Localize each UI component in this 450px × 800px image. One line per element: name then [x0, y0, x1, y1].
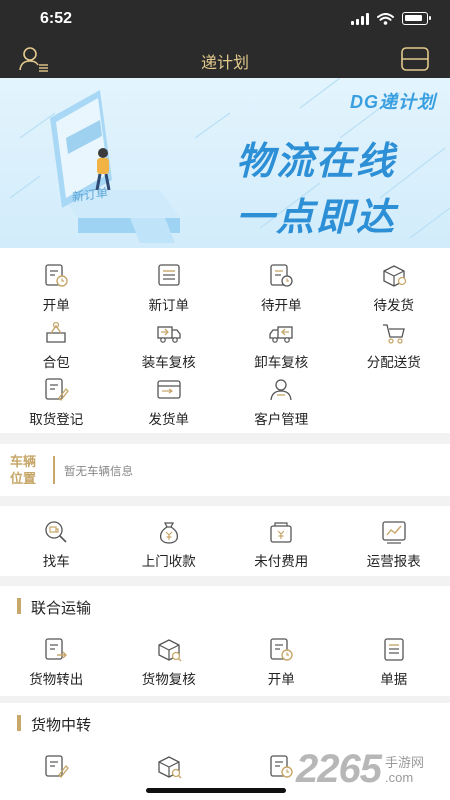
status-bar: 6:52 [0, 0, 450, 40]
vehicle-location-label: 车辆 位置 [10, 453, 50, 487]
joint-grid-item[interactable]: 开单 [225, 626, 338, 687]
money-bag-icon [155, 518, 183, 544]
main-grid-item[interactable]: 装车复核 [113, 309, 226, 370]
unpaid-icon [267, 518, 295, 544]
section-accent-bar [17, 598, 21, 614]
document-icon [380, 636, 408, 662]
status-time: 6:52 [40, 10, 73, 27]
section-title: 货物中转 [31, 717, 92, 734]
vehicle-label-line2: 位置 [10, 471, 37, 486]
nav-bar: 递计划 [0, 40, 450, 78]
watermark-number: 2265 [296, 747, 382, 791]
tools-grid-item[interactable]: 上门收款 [113, 508, 226, 569]
goods-out-icon [42, 636, 70, 662]
report-chart-icon [380, 518, 408, 544]
joint-grid-item[interactable]: 货物复核 [113, 626, 226, 687]
truck-load-icon [155, 319, 183, 345]
main-function-grid: 开单 新订单 待开单 待发货合包 装车复核 卸车复核分配送货取货登记 发货单 客户管理 [0, 248, 450, 433]
list-doc-icon [155, 262, 183, 288]
main-grid-item-label: 分配送货 [366, 355, 421, 370]
pending-doc-icon [267, 262, 295, 288]
tools-grid-item-label: 找车 [42, 554, 70, 569]
transfer-grid-item[interactable] [0, 743, 113, 800]
tools-grid-item[interactable]: 未付费用 [225, 508, 338, 569]
main-grid-item[interactable]: 合包 [0, 309, 113, 370]
truck-unload-icon [267, 319, 295, 345]
goods-check-icon [155, 636, 183, 662]
watermark-text: 手游网 .com [385, 755, 424, 785]
vehicle-label-line1: 车辆 [10, 454, 37, 469]
section-accent-bar [17, 715, 21, 731]
section-title: 联合运输 [31, 600, 92, 617]
status-icons [351, 12, 431, 25]
box-icon [380, 262, 408, 288]
main-grid-item[interactable]: 取货登记 [0, 366, 113, 427]
section-joint-transport: 联合运输 [0, 586, 450, 626]
joint-grid: 货物转出 货物复核 开单 单据 [0, 626, 450, 696]
order-clock-icon [42, 262, 70, 288]
pen-doc-icon [42, 376, 70, 402]
main-grid-item[interactable]: 待发货 [338, 252, 450, 313]
tools-grid: 找车 上门收款 未付费用 运营报表 [0, 506, 450, 576]
signal-icon [351, 12, 369, 25]
merge-package-icon [42, 319, 70, 345]
watermark-text-1: 手游网 [384, 754, 424, 770]
main-grid-item[interactable]: 分配送货 [338, 309, 450, 370]
order-clock-icon [267, 753, 295, 779]
vehicle-info: 暂无车辆信息 [64, 466, 133, 478]
joint-grid-item-label: 单据 [380, 672, 408, 687]
main-grid-item[interactable]: 客户管理 [225, 366, 338, 427]
cart-icon [380, 319, 408, 345]
vehicle-divider [53, 456, 55, 484]
watermark: 2265 手游网 .com [296, 747, 424, 792]
banner[interactable]: 新订单 DG递计划 物流在线 一点即达 [0, 78, 450, 248]
tools-grid-item-label: 运营报表 [366, 554, 421, 569]
vehicle-location-card[interactable]: 车辆 位置 暂无车辆信息 [0, 444, 450, 496]
main-grid-item[interactable]: 卸车复核 [225, 309, 338, 370]
banner-headline-1: 物流在线 [236, 141, 397, 183]
main-grid-item[interactable]: 待开单 [225, 252, 338, 313]
joint-grid-item-label: 开单 [267, 672, 295, 687]
order-clock-icon [267, 636, 295, 662]
wifi-icon [377, 12, 394, 25]
banner-headline-2: 一点即达 [236, 197, 397, 239]
find-truck-icon [42, 518, 70, 544]
joint-grid-item-label: 货物复核 [141, 672, 196, 687]
tools-grid-item[interactable]: 找车 [0, 508, 113, 569]
shipping-bill-icon [155, 376, 183, 402]
tools-grid-item[interactable]: 运营报表 [338, 508, 450, 569]
main-grid-item-label: 发货单 [148, 412, 190, 427]
main-grid-item-label: 客户管理 [254, 412, 309, 427]
main-grid-item[interactable]: 开单 [0, 252, 113, 313]
nav-title: 递计划 [200, 55, 249, 72]
customers-icon [267, 376, 295, 402]
goods-check-icon [155, 753, 183, 779]
main-grid-item[interactable]: 新订单 [113, 252, 226, 313]
home-indicator [146, 788, 286, 793]
watermark-text-2: .com [384, 769, 414, 785]
section-goods-transfer: 货物中转 [0, 703, 450, 743]
tools-grid-item-label: 上门收款 [141, 554, 196, 569]
joint-grid-item[interactable]: 货物转出 [0, 626, 113, 687]
switch-card-icon[interactable] [400, 46, 430, 72]
joint-grid-item-label: 货物转出 [29, 672, 84, 687]
banner-brand: DG递计划 [350, 92, 436, 112]
main-grid-item[interactable]: 发货单 [113, 366, 226, 427]
battery-icon [402, 12, 431, 25]
pen-doc-icon [42, 753, 70, 779]
main-grid-item-label: 取货登记 [29, 412, 84, 427]
tools-grid-item-label: 未付费用 [254, 554, 309, 569]
joint-grid-item[interactable]: 单据 [338, 626, 450, 687]
